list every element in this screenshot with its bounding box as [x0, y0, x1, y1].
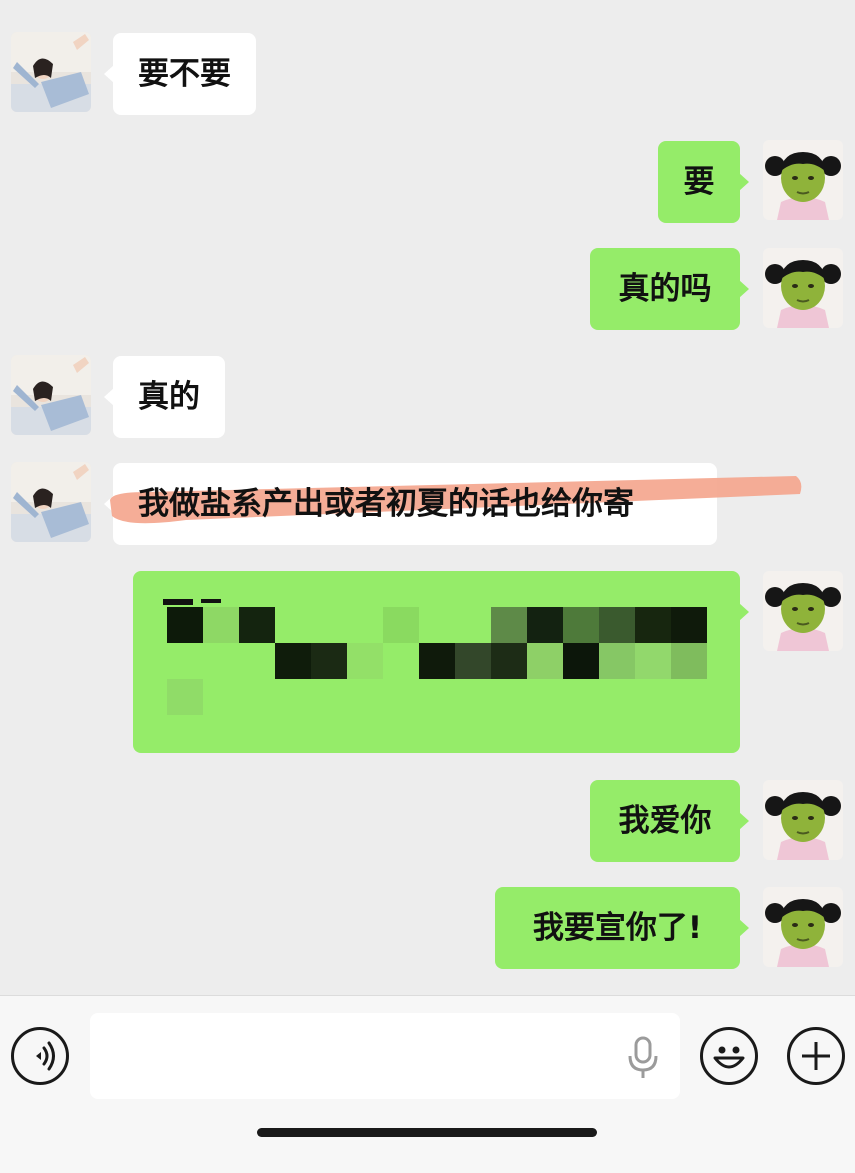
- self-avatar[interactable]: [763, 780, 843, 860]
- message-text: 我做盐系产出或者初夏的话也给你寄: [138, 486, 634, 522]
- input-bar: [0, 995, 855, 1173]
- message-text: 我爱你: [618, 803, 712, 839]
- green-face-cartoon-avatar-icon: [763, 887, 843, 967]
- message-bubble-outgoing[interactable]: 我要宣你了!: [495, 887, 749, 969]
- chat-area: 要不要 要 真的吗 真的 我做盐系产出或者初夏的话也给你寄 我爱你 我要宣你了!: [0, 0, 855, 995]
- contact-avatar[interactable]: [11, 32, 91, 112]
- emoji-button[interactable]: [700, 1027, 758, 1085]
- message-bubble-outgoing[interactable]: 我爱你: [590, 780, 749, 862]
- self-avatar[interactable]: [763, 140, 843, 220]
- message-bubble-outgoing-redacted[interactable]: [133, 571, 749, 753]
- girl-photo-avatar-icon: [11, 462, 91, 542]
- home-indicator[interactable]: [257, 1128, 597, 1137]
- green-face-cartoon-avatar-icon: [763, 140, 843, 220]
- self-avatar[interactable]: [763, 571, 843, 651]
- message-text: 我要宣你了!: [532, 910, 703, 946]
- message-text: 要不要: [138, 56, 231, 92]
- girl-photo-avatar-icon: [11, 355, 91, 435]
- voice-mode-button[interactable]: [11, 1027, 69, 1085]
- microphone-icon[interactable]: [626, 1036, 660, 1080]
- green-face-cartoon-avatar-icon: [763, 571, 843, 651]
- green-face-cartoon-avatar-icon: [763, 780, 843, 860]
- message-bubble-incoming[interactable]: 我做盐系产出或者初夏的话也给你寄: [104, 463, 717, 545]
- message-text: 要: [683, 164, 715, 200]
- plus-icon: [802, 1042, 830, 1070]
- message-bubble-outgoing[interactable]: 真的吗: [590, 248, 749, 330]
- more-button[interactable]: [787, 1027, 845, 1085]
- message-bubble-outgoing[interactable]: 要: [658, 141, 749, 223]
- message-text: 真的吗: [618, 271, 712, 307]
- contact-avatar[interactable]: [11, 355, 91, 435]
- message-text: 真的: [138, 379, 200, 415]
- self-avatar[interactable]: [763, 887, 843, 967]
- message-bubble-incoming[interactable]: 要不要: [104, 33, 256, 115]
- message-bubble-incoming[interactable]: 真的: [104, 356, 225, 438]
- pixelated-redaction: [163, 599, 707, 715]
- green-face-cartoon-avatar-icon: [763, 248, 843, 328]
- voice-mode-icon: [36, 1041, 55, 1071]
- message-input[interactable]: [90, 1013, 680, 1099]
- contact-avatar[interactable]: [11, 462, 91, 542]
- self-avatar[interactable]: [763, 248, 843, 328]
- girl-photo-avatar-icon: [11, 32, 91, 112]
- emoji-icon: [713, 1046, 745, 1069]
